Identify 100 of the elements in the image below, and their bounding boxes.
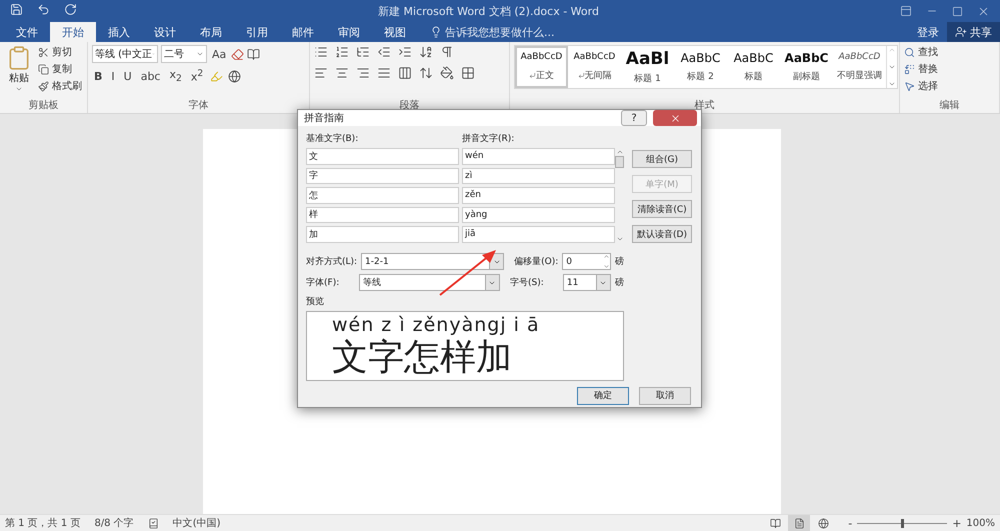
language-status: 中文(中国): [172, 516, 221, 530]
ribbon-tab[interactable]: 视图: [372, 22, 418, 42]
save-icon: [10, 3, 23, 16]
style-item[interactable]: AaBbCcD 无间隔: [568, 46, 621, 88]
base-text-cell[interactable]: 加: [306, 226, 459, 242]
ribbon-tab[interactable]: 邮件: [280, 22, 326, 42]
word-count: 8/8 个字: [94, 516, 134, 530]
share-button[interactable]: 共享: [947, 22, 1000, 42]
style-item[interactable]: AaBbC 标题 2: [674, 46, 727, 88]
lightbulb-icon: [430, 26, 442, 38]
cancel-button[interactable]: 取消: [639, 386, 691, 404]
clipboard-action[interactable]: 复制: [38, 62, 82, 76]
paste-button[interactable]: 粘贴: [4, 45, 34, 99]
search-icon: [904, 46, 915, 58]
base-text-cell[interactable]: 怎: [306, 187, 459, 204]
clipboard-action[interactable]: 剪切: [38, 45, 82, 59]
style-preview: AaBbCcD: [838, 52, 880, 62]
dialog-button[interactable]: 默认读音(D): [632, 225, 692, 243]
justify-icon: [377, 66, 391, 80]
style-name: 标题: [744, 70, 762, 84]
style-item[interactable]: AaBbCcD 不明显强调: [833, 46, 886, 88]
format-button[interactable]: B: [92, 70, 104, 83]
editing-action[interactable]: 查找: [904, 45, 938, 59]
proofing-icon: [148, 518, 159, 528]
borders-icon: [461, 66, 475, 80]
style-name: 不明显强调: [837, 70, 882, 82]
ruby-text-cell[interactable]: zěn: [462, 187, 615, 204]
field-label: 字体(F):: [306, 276, 340, 289]
ruby-text-cell[interactable]: yàng: [462, 206, 615, 223]
align-left-icon: [314, 66, 328, 80]
clipboard-action[interactable]: 格式刷: [38, 79, 82, 93]
ruby-text-cell[interactable]: jiā: [462, 226, 615, 242]
font-name-dropdown[interactable]: 等线 (中文正: [92, 45, 158, 63]
style-name: 标题 1: [634, 72, 661, 85]
format-button[interactable]: x$_{2}$: [167, 68, 184, 84]
view-button[interactable]: [788, 515, 810, 531]
multilevel-list-icon: [356, 45, 370, 59]
group-label: 剪贴板: [28, 99, 60, 113]
ribbon-tab[interactable]: 开始: [50, 22, 96, 42]
scroll-thumb[interactable]: [615, 156, 624, 168]
web-layout-icon: [818, 518, 829, 528]
style-preview: AaBl: [626, 49, 670, 70]
pointer-icon: [904, 80, 915, 92]
zoom-in-button[interactable]: +: [952, 516, 962, 530]
alignment-dropdown[interactable]: 1-2-1: [361, 253, 504, 270]
ribbon-tab[interactable]: 文件: [4, 22, 50, 42]
ribbon-tab[interactable]: 布局: [188, 22, 234, 42]
ribbon-tab[interactable]: 插入: [96, 22, 142, 42]
pilcrow-icon: [440, 45, 454, 59]
style-item[interactable]: AaBbCcD 正文: [515, 46, 568, 88]
preview-label: 预览: [306, 296, 325, 308]
base-text-cell[interactable]: 样: [306, 206, 459, 223]
sign-in-link[interactable]: 登录: [909, 24, 947, 40]
base-text-cell[interactable]: 文: [306, 148, 459, 164]
style-name: 无间隔: [578, 69, 612, 82]
ribbon-tab[interactable]: 设计: [142, 22, 188, 42]
ribbon-tab[interactable]: 审阅: [326, 22, 372, 42]
font-dropdown[interactable]: 等线: [358, 274, 500, 291]
print-layout-icon: [794, 518, 805, 528]
read-mode-icon: [770, 518, 781, 528]
style-item[interactable]: AaBbC 标题: [727, 46, 780, 88]
ribbon-tab[interactable]: 引用: [234, 22, 280, 42]
paragraph-mark-icon: [578, 72, 584, 80]
field-label: 拼音文字(R):: [462, 132, 514, 145]
style-preview: AaBbC: [680, 50, 720, 65]
style-item[interactable]: AaBl 标题 1: [621, 46, 674, 88]
offset-spinner[interactable]: 0: [562, 253, 611, 270]
tell-me-field[interactable]: 告诉我您想要做什么...: [418, 22, 566, 42]
zoom-out-button[interactable]: -: [848, 516, 852, 530]
format-button[interactable]: abc: [138, 70, 162, 83]
size-dropdown[interactable]: 11: [562, 274, 611, 291]
case-button[interactable]: Aa: [210, 48, 228, 60]
replace-icon: [904, 64, 915, 74]
help-button[interactable]: ?: [621, 110, 647, 126]
style-name: 标题 2: [687, 70, 714, 84]
book-icon: [247, 48, 260, 60]
editing-action[interactable]: 替换: [904, 62, 938, 76]
eraser-icon: [231, 48, 244, 60]
scissors-icon: [38, 46, 49, 58]
ruby-text-cell[interactable]: wén: [462, 148, 615, 164]
format-button[interactable]: x$^{2}$: [188, 68, 206, 84]
editing-action[interactable]: 选择: [904, 79, 938, 93]
style-preview: AaBbCcD: [520, 52, 562, 62]
dialog-button[interactable]: 组合(G): [632, 150, 692, 168]
dialog-button[interactable]: 清除读音(C): [632, 200, 692, 218]
style-preview: AaBbCcD: [574, 52, 616, 62]
align-right-icon: [356, 66, 370, 80]
preview-text: 文字怎样加: [332, 338, 512, 378]
increase-indent-icon: [398, 45, 412, 59]
unit-label: 磅: [615, 256, 624, 268]
font-size-dropdown[interactable]: 二号: [161, 45, 207, 63]
ruby-text-cell[interactable]: zì: [462, 168, 615, 184]
zoom-level: 100%: [966, 518, 995, 528]
zoom-thumb[interactable]: [901, 518, 904, 528]
scroll-up-icon: [888, 46, 896, 54]
format-button[interactable]: I: [109, 70, 117, 83]
base-text-cell[interactable]: 字: [306, 168, 459, 184]
style-item[interactable]: AaBbC 副标题: [780, 46, 833, 88]
ok-button[interactable]: 确定: [577, 386, 629, 404]
format-button[interactable]: U: [122, 70, 134, 83]
